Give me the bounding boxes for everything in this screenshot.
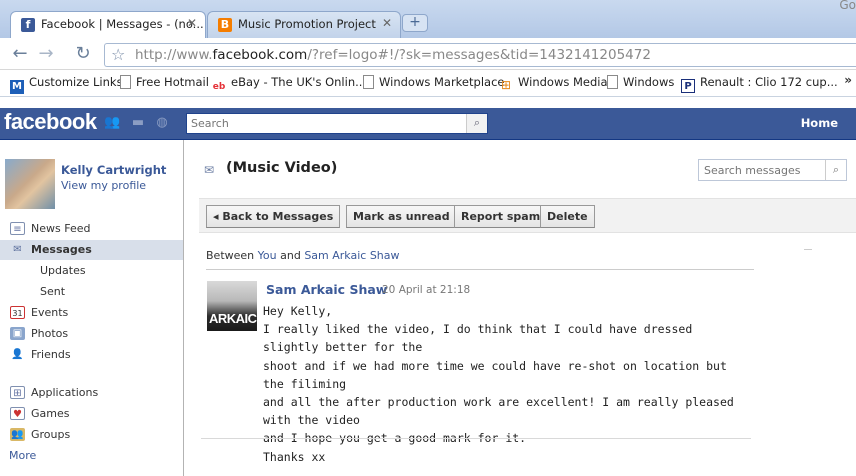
photos-icon: ▣ <box>10 327 25 340</box>
delete-button[interactable]: Delete <box>540 205 595 228</box>
close-icon[interactable]: ✕ <box>382 16 392 30</box>
report-spam-button[interactable]: Report spam <box>454 205 548 228</box>
bookmark-renault[interactable]: P Renault : Clio 172 cup... <box>681 75 838 93</box>
avatar[interactable] <box>5 159 55 209</box>
ebay-icon: eb <box>212 82 226 92</box>
forward-arrow-icon[interactable]: → <box>35 43 57 65</box>
facebook-icon: f <box>21 18 35 32</box>
profile-name[interactable]: Kelly Cartwright <box>61 163 166 177</box>
messages-icon: ✉ <box>13 244 22 255</box>
left-sidebar: Kelly Cartwright View my profile ≡ News … <box>0 140 184 476</box>
corner-text: Go <box>839 0 856 12</box>
new-tab-button[interactable]: + <box>402 14 428 32</box>
message-line: I really liked the video, I do think tha… <box>263 322 693 355</box>
message-search: ⌕ <box>698 159 847 181</box>
page-icon <box>363 75 374 89</box>
windows-icon: ⊞ <box>500 78 512 92</box>
friends-icon: 👤 <box>11 349 24 360</box>
thread-participants: Between You and Sam Arkaic Shaw <box>206 249 400 262</box>
page-icon <box>607 75 618 89</box>
mark-as-unread-button[interactable]: Mark as unread <box>346 205 457 228</box>
sidebar-item-friends[interactable]: 👤 Friends <box>0 345 183 365</box>
search-input[interactable] <box>187 114 463 133</box>
page-icon <box>120 75 131 89</box>
search-messages-input[interactable] <box>699 160 823 180</box>
browser-tab-facebook[interactable]: f Facebook | Messages - (no... ✕ <box>10 11 206 38</box>
reload-icon[interactable]: ↻ <box>72 43 94 65</box>
facebook-header: facebook 👥 ▬ ◍ ⌕ Home <box>0 108 856 140</box>
address-bar[interactable]: ☆ http://www.facebook.com/?ref=logo#!/?s… <box>104 43 856 67</box>
browser-tabstrip: f Facebook | Messages - (no... ✕ B Music… <box>0 0 856 38</box>
back-arrow-icon[interactable]: ← <box>9 43 31 65</box>
thread-action-bar: ◂ Back to Messages Mark as unread Report… <box>199 198 856 233</box>
messages-jewel-icon[interactable]: ▬ <box>130 115 146 131</box>
divider <box>206 269 754 270</box>
sidebar-item-groups[interactable]: 👥 Groups <box>0 425 183 445</box>
participant-link[interactable]: Sam Arkaic Shaw <box>304 249 399 262</box>
bookmark-windows-media[interactable]: ⊞ Windows Media <box>499 75 608 92</box>
sidebar-item-applications[interactable]: ⊞ Applications <box>0 383 183 403</box>
bookmarks-bar: M Customize Links Free Hotmail eb eBay - T… <box>0 70 856 97</box>
sidebar-item-messages[interactable]: ✉ Messages <box>0 240 183 260</box>
message-timestamp: 20 April at 21:18 <box>382 284 471 296</box>
bookmark-customize-links[interactable]: M Customize Links <box>10 75 123 94</box>
friend-requests-icon[interactable]: 👥 <box>104 115 120 131</box>
search-icon[interactable]: ⌕ <box>466 114 487 133</box>
bookmark-windows-marketplace[interactable]: Windows Marketplace <box>363 75 504 89</box>
close-icon[interactable]: ✕ <box>187 16 197 30</box>
sidebar-item-news-feed[interactable]: ≡ News Feed <box>0 219 183 239</box>
notifications-globe-icon[interactable]: ◍ <box>154 115 170 131</box>
sender-avatar[interactable]: ARKAIC <box>207 281 257 331</box>
message-line: Thanks xx <box>263 449 326 464</box>
applications-icon: ⊞ <box>10 386 25 399</box>
msn-icon: M <box>10 80 24 94</box>
message-line: and all the after production work are ex… <box>263 395 734 428</box>
news-feed-icon: ≡ <box>10 222 25 235</box>
facebook-search: ⌕ <box>186 113 488 134</box>
sidebar-item-games[interactable]: ♥ Games <box>0 404 183 424</box>
games-icon: ♥ <box>10 407 25 420</box>
facebook-logo[interactable]: facebook <box>4 109 97 135</box>
message-line: Hey Kelly, <box>263 304 333 318</box>
home-link[interactable]: Home <box>801 116 838 130</box>
star-icon[interactable]: ☆ <box>111 45 125 64</box>
bookmark-windows[interactable]: Windows <box>607 75 674 89</box>
sender-name-link[interactable]: Sam Arkaic Shaw <box>266 282 387 297</box>
view-profile-link[interactable]: View my profile <box>61 179 146 192</box>
bookmark-ebay[interactable]: eb eBay - The UK's Onlin... <box>212 75 366 94</box>
back-triangle-icon: ◂ <box>213 210 219 223</box>
tab-title: Music Promotion Project <box>238 17 376 31</box>
sidebar-more-link[interactable]: More <box>9 449 36 462</box>
message-thread-icon: ✉ <box>204 163 215 177</box>
participant-you-link[interactable]: You <box>258 249 277 262</box>
tab-title: Facebook | Messages - (no... <box>41 17 204 31</box>
message-body: Hey Kelly, I really liked the video, I d… <box>263 302 753 466</box>
browser-tab-music-promotion[interactable]: B Music Promotion Project ✕ <box>207 11 401 38</box>
divider <box>201 438 751 439</box>
blogger-icon: B <box>218 18 232 32</box>
back-to-messages-button[interactable]: ◂ Back to Messages <box>206 205 341 228</box>
sidebar-subitem-updates[interactable]: Updates <box>40 264 86 277</box>
sidebar-subitem-sent[interactable]: Sent <box>40 285 65 298</box>
sidebar-item-events[interactable]: 31 Events <box>0 303 183 323</box>
message-line: shoot and if we had more time we could h… <box>263 358 727 391</box>
url-text: http://www.facebook.com/?ref=logo#!/?sk=… <box>135 47 651 63</box>
bookmarks-overflow-button[interactable]: » <box>844 73 852 87</box>
page-title: (Music Video) <box>226 160 338 176</box>
parking-icon: P <box>681 79 695 93</box>
calendar-icon: 31 <box>10 306 25 319</box>
sidebar-item-photos[interactable]: ▣ Photos <box>0 324 183 344</box>
groups-icon: 👥 <box>10 428 25 441</box>
divider <box>804 249 812 250</box>
bookmark-free-hotmail[interactable]: Free Hotmail <box>120 75 209 89</box>
browser-toolbar: ← → ↻ ☆ http://www.facebook.com/?ref=log… <box>0 38 856 70</box>
search-icon[interactable]: ⌕ <box>825 160 846 180</box>
